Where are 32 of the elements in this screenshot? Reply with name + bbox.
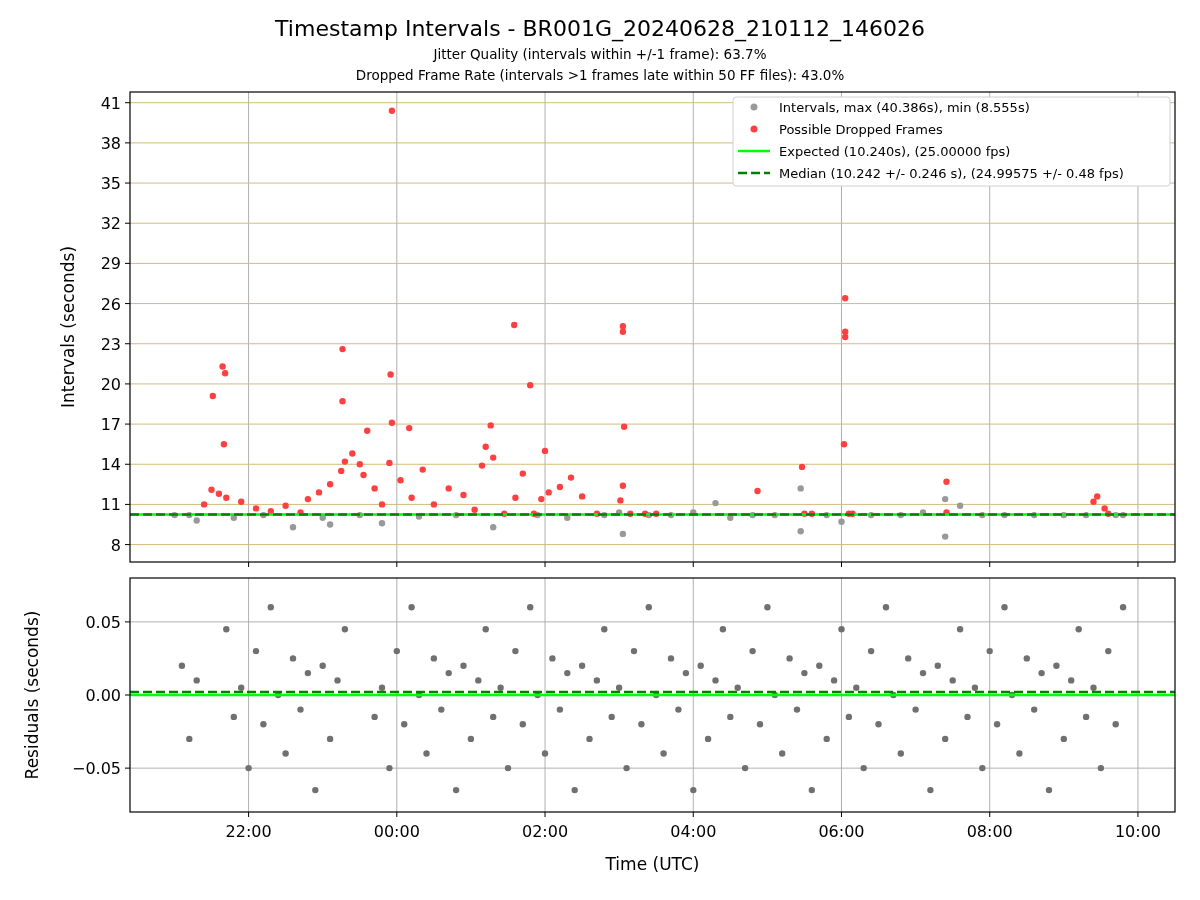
tick-label: 06:00 [818,822,865,841]
legend-label: Expected (10.240s), (25.00000 fps) [779,143,1011,159]
tick-label: 23 [100,334,121,354]
axis-label: Intervals (seconds) [58,245,78,409]
tick-label: 08:00 [966,822,1013,841]
tick-label: 00:00 [373,822,420,841]
tick-label: 11 [100,495,121,515]
chart-title: Timestamp Intervals - BR001G_20240628_210112_146026 [275,15,925,44]
tick-label: 22:00 [225,822,272,841]
axis-label: Time (UTC) [605,854,700,874]
tick-label: 41 [100,93,121,113]
tick-label: 32 [100,214,121,234]
tick-label: 0.00 [85,686,121,705]
chart-subtitle: Dropped Frame Rate (intervals >1 frames late within 50 FF files): 43.0% [355,66,845,85]
tick-label: 14 [100,455,121,475]
tick-label: 26 [100,294,121,314]
tick-label: 29 [100,254,121,274]
tick-label: 04:00 [670,822,717,841]
tick-label: 20 [100,374,121,394]
tick-label: 17 [100,415,121,435]
tick-label: 02:00 [522,822,569,841]
tick-label: 10:00 [1114,822,1161,841]
legend-label: Median (10.242 +/- 0.246 s), (24.99575 +/- 0.48 fps) [779,165,1124,181]
tick-label: 0.05 [85,612,121,632]
legend-label: Intervals, max (40.386s), min (8.555s) [779,99,1030,115]
tick-label: −0.05 [71,759,121,779]
legend-label: Possible Dropped Frames [779,121,943,137]
tick-label: 8 [110,535,121,555]
tick-label: 35 [100,174,121,194]
chart-subtitle: Jitter Quality (intervals within +/-1 frame): 63.7% [433,45,767,64]
axis-label: Residuals (seconds) [22,610,42,780]
tick-label: 38 [100,133,121,153]
